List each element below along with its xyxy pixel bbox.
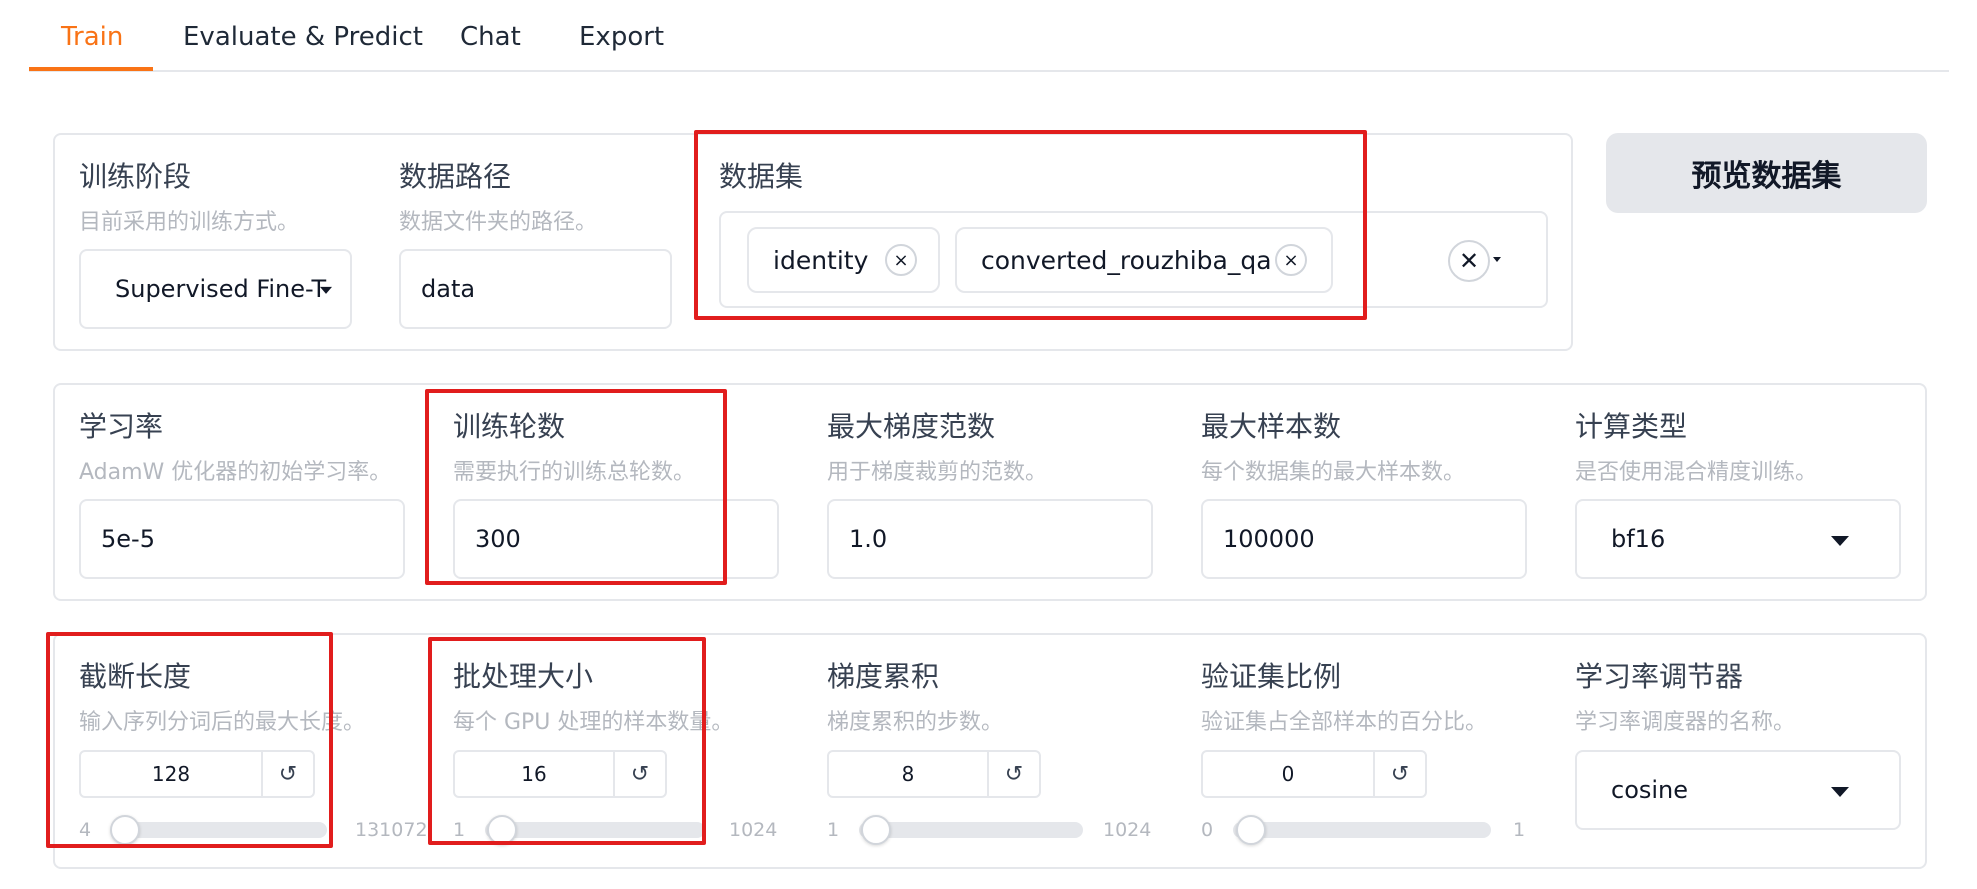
tab-chat[interactable]: Chat [460,22,521,52]
val-size-info: 验证集占全部样本的百分比。 [1201,710,1488,735]
chevron-down-icon [1831,787,1849,797]
reset-icon[interactable]: ↺ [989,752,1039,796]
compute-type-info: 是否使用混合精度训练。 [1575,460,1818,485]
num-epochs-value: 300 [475,525,521,553]
max-grad-norm-input[interactable]: 1.0 [827,499,1153,579]
tab-evaluate-predict[interactable]: Evaluate & Predict [183,22,423,52]
tab-export[interactable]: Export [579,22,664,52]
dataset-dir-input[interactable]: data [399,249,672,329]
max-samples-input[interactable]: 100000 [1201,499,1527,579]
dataset-multiselect[interactable]: identity × converted_rouzhiba_qa × ✕ [719,211,1548,308]
val-size-max: 1 [1513,819,1526,841]
stage-dropdown[interactable]: Supervised Fine-T [79,249,352,329]
max-grad-norm-value: 1.0 [849,525,888,553]
active-tab-indicator [29,67,153,71]
batch-size-label: 批处理大小 [453,660,594,693]
num-epochs-info: 需要执行的训练总轮数。 [453,460,696,485]
chevron-down-icon [320,286,332,294]
grad-accum-slider-thumb[interactable] [861,815,891,845]
preview-dataset-button[interactable]: 预览数据集 [1606,133,1927,213]
compute-type-value: bf16 [1611,525,1666,553]
grad-accum-min: 1 [827,819,840,841]
grad-accum-label: 梯度累积 [827,660,940,693]
max-samples-label: 最大样本数 [1201,410,1342,443]
batch-size-slider-thumb[interactable] [487,815,517,845]
max-samples-info: 每个数据集的最大样本数。 [1201,460,1466,485]
reset-icon[interactable]: ↺ [263,752,313,796]
remove-chip-icon[interactable]: × [885,244,917,276]
grad-accum-slider-track[interactable] [859,822,1083,838]
batch-size-min: 1 [453,819,466,841]
stage-info: 目前采用的训练方式。 [79,210,300,235]
cutoff-len-number-input[interactable]: 128 ↺ [79,750,315,798]
val-size-label: 验证集比例 [1201,660,1342,693]
cutoff-len-label: 截断长度 [79,660,192,693]
val-size-number-input[interactable]: 0 ↺ [1201,750,1427,798]
max-samples-value: 100000 [1223,525,1315,553]
learning-rate-label: 学习率 [79,410,164,443]
tab-bar: Train Evaluate & Predict Chat Export [29,0,1949,72]
tab-train[interactable]: Train [61,22,123,52]
batch-size-slider-track[interactable] [485,822,705,838]
clear-all-icon[interactable]: ✕ [1448,240,1490,282]
lr-scheduler-value: cosine [1611,776,1689,804]
grad-accum-info: 梯度累积的步数。 [827,710,1004,735]
batch-size-value[interactable]: 16 [455,752,615,796]
dataset-dir-value: data [421,275,476,303]
stage-value: Supervised Fine-T [115,275,327,303]
num-epochs-label: 训练轮数 [453,410,566,443]
max-grad-norm-info: 用于梯度裁剪的范数。 [827,460,1048,485]
max-grad-norm-label: 最大梯度范数 [827,410,996,443]
chevron-down-icon [1831,536,1849,546]
batch-size-number-input[interactable]: 16 ↺ [453,750,667,798]
val-size-slider-thumb[interactable] [1236,815,1266,845]
learning-rate-value: 5e-5 [101,525,155,553]
val-size-min: 0 [1201,819,1214,841]
stage-label: 训练阶段 [79,160,192,193]
grad-accum-max: 1024 [1103,819,1152,841]
dataset-dir-label: 数据路径 [399,160,512,193]
lr-scheduler-dropdown[interactable]: cosine [1575,750,1901,830]
grad-accum-value[interactable]: 8 [829,752,989,796]
num-epochs-input[interactable]: 300 [453,499,779,579]
reset-icon[interactable]: ↺ [615,752,665,796]
val-size-slider-track[interactable] [1233,822,1491,838]
cutoff-len-value[interactable]: 128 [81,752,263,796]
cutoff-len-info: 输入序列分词后的最大长度。 [79,710,366,735]
dataset-dir-info: 数据文件夹的路径。 [399,210,598,235]
cutoff-len-max: 131072 [355,819,428,841]
grad-accum-number-input[interactable]: 8 ↺ [827,750,1041,798]
chevron-down-icon[interactable] [1493,257,1501,262]
dataset-chip-converted: converted_rouzhiba_qa × [955,227,1333,293]
reset-icon[interactable]: ↺ [1375,752,1425,796]
learning-rate-input[interactable]: 5e-5 [79,499,405,579]
compute-type-dropdown[interactable]: bf16 [1575,499,1901,579]
compute-type-label: 计算类型 [1575,410,1688,443]
batch-size-info: 每个 GPU 处理的样本数量。 [453,710,734,735]
dataset-label: 数据集 [719,160,804,193]
dataset-chip-label: converted_rouzhiba_qa [981,245,1272,275]
cutoff-len-slider-track[interactable] [113,822,327,838]
val-size-value[interactable]: 0 [1203,752,1375,796]
lr-scheduler-info: 学习率调度器的名称。 [1575,710,1796,735]
cutoff-len-min: 4 [79,819,92,841]
lr-scheduler-label: 学习率调节器 [1575,660,1744,693]
cutoff-len-slider-thumb[interactable] [110,815,140,845]
dataset-chip-label: identity [773,245,869,275]
dataset-chip-identity: identity × [747,227,940,293]
learning-rate-info: AdamW 优化器的初始学习率。 [79,460,392,485]
batch-size-max: 1024 [729,819,778,841]
remove-chip-icon[interactable]: × [1275,244,1307,276]
